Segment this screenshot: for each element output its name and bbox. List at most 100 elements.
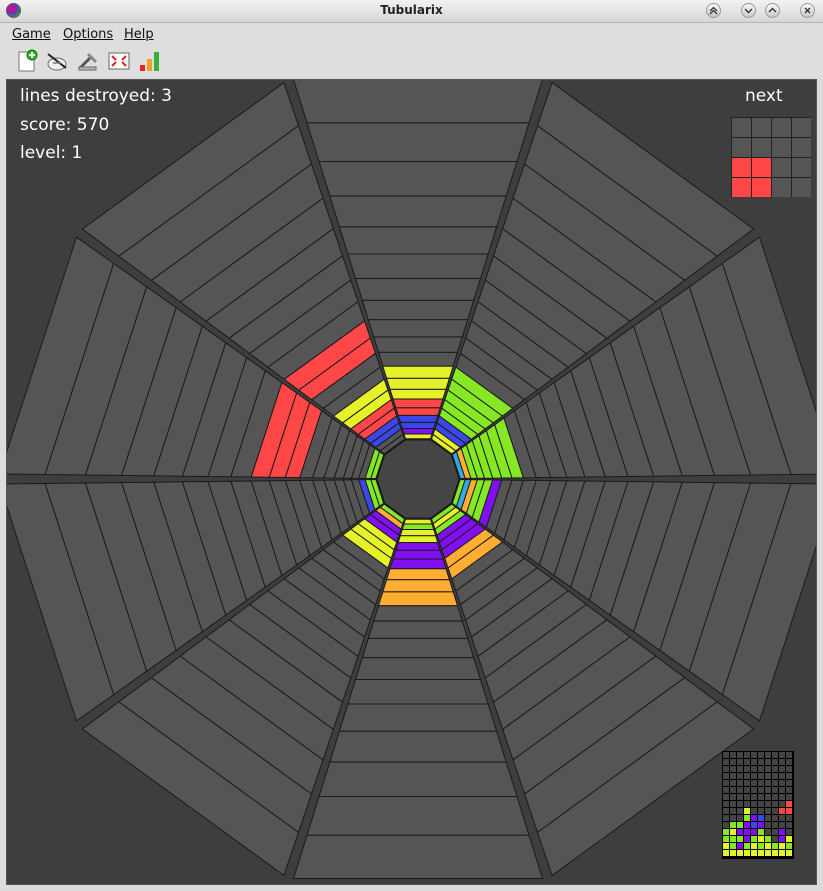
mini-map-cell bbox=[786, 829, 792, 835]
mini-map-block bbox=[723, 829, 729, 835]
mini-map-cell bbox=[765, 794, 771, 800]
mini-map-cell bbox=[758, 801, 764, 807]
mini-map-cell bbox=[779, 759, 785, 765]
mini-map-cell bbox=[723, 787, 729, 793]
mini-map-cell bbox=[772, 815, 778, 821]
mini-map-cell bbox=[737, 787, 743, 793]
mini-map-cell bbox=[751, 759, 757, 765]
mini-map-block bbox=[786, 850, 792, 856]
mini-map-cell bbox=[730, 787, 736, 793]
mini-map-cell bbox=[723, 773, 729, 779]
mini-map-cell bbox=[751, 780, 757, 786]
tube-block bbox=[395, 542, 441, 551]
next-piece-preview bbox=[731, 117, 811, 197]
mini-map-block bbox=[723, 850, 729, 856]
mini-map-cell bbox=[751, 766, 757, 772]
menu-game-label: Game bbox=[12, 27, 51, 42]
keep-above-button[interactable] bbox=[706, 3, 721, 18]
next-piece-block bbox=[752, 158, 771, 177]
new-game-button[interactable] bbox=[15, 49, 39, 73]
mini-map-cell bbox=[765, 780, 771, 786]
menu-game[interactable]: Game bbox=[12, 27, 51, 42]
mini-map-cell bbox=[772, 808, 778, 814]
fullscreen-button[interactable] bbox=[107, 49, 131, 73]
mini-map-cell bbox=[730, 815, 736, 821]
mini-map-cell bbox=[786, 780, 792, 786]
mini-map-cell bbox=[779, 766, 785, 772]
mini-map-cell bbox=[765, 773, 771, 779]
tube-board[interactable] bbox=[7, 80, 816, 884]
mini-map-block bbox=[786, 808, 792, 814]
tube-cell bbox=[347, 253, 489, 279]
tube-block bbox=[389, 388, 447, 400]
mini-map-block bbox=[751, 822, 757, 828]
next-piece-cell bbox=[732, 118, 751, 137]
tube-cell bbox=[338, 226, 498, 255]
new-game-icon bbox=[18, 49, 38, 72]
tube-core bbox=[376, 439, 460, 519]
menu-options[interactable]: Options bbox=[63, 27, 113, 42]
mini-map-cell bbox=[730, 794, 736, 800]
mini-map-block bbox=[744, 843, 750, 849]
mini-map-cell bbox=[723, 766, 729, 772]
mini-map-block bbox=[737, 822, 743, 828]
tube-cell bbox=[338, 703, 498, 732]
mini-map-block bbox=[786, 843, 792, 849]
mini-map-cell bbox=[772, 759, 778, 765]
mini-map-cell bbox=[779, 752, 785, 758]
mini-map-cell bbox=[779, 794, 785, 800]
mini-map-block bbox=[751, 815, 757, 821]
next-piece-cell bbox=[772, 138, 791, 157]
mini-map-cell bbox=[737, 766, 743, 772]
mini-map-block bbox=[758, 822, 764, 828]
mini-map-block bbox=[765, 850, 771, 856]
mini-map-cell bbox=[751, 801, 757, 807]
mini-map bbox=[722, 751, 794, 859]
high-scores-button[interactable] bbox=[138, 49, 162, 73]
pause-button[interactable] bbox=[45, 49, 69, 73]
tube-block bbox=[377, 591, 459, 607]
next-piece-block bbox=[732, 178, 751, 197]
mini-map-cell bbox=[772, 787, 778, 793]
mini-map-block bbox=[751, 836, 757, 842]
mini-map-block bbox=[779, 829, 785, 835]
toolbar bbox=[0, 45, 823, 77]
mini-map-cell bbox=[765, 787, 771, 793]
settings-button[interactable] bbox=[76, 49, 100, 73]
minimize-button[interactable] bbox=[741, 3, 756, 18]
mini-map-block bbox=[758, 815, 764, 821]
mini-map-cell bbox=[730, 801, 736, 807]
pause-icon bbox=[47, 53, 67, 71]
tube-block bbox=[395, 407, 441, 416]
mini-map-cell bbox=[786, 794, 792, 800]
tube-cell bbox=[367, 319, 469, 338]
tube-cell bbox=[361, 299, 475, 321]
close-icon bbox=[804, 7, 811, 14]
mini-map-cell bbox=[786, 822, 792, 828]
mini-map-cell bbox=[772, 836, 778, 842]
close-button[interactable] bbox=[800, 3, 815, 18]
mini-map-cell bbox=[765, 822, 771, 828]
menu-help[interactable]: Help bbox=[124, 27, 154, 42]
mini-map-cell bbox=[758, 808, 764, 814]
mini-map-cell bbox=[765, 766, 771, 772]
mini-map-cell bbox=[730, 808, 736, 814]
mini-map-cell bbox=[723, 801, 729, 807]
next-piece-cell bbox=[792, 118, 811, 137]
maximize-button[interactable] bbox=[765, 3, 780, 18]
tube-block bbox=[397, 414, 439, 423]
mini-map-cell bbox=[730, 752, 736, 758]
game-area[interactable]: lines destroyed: 3 score: 570 level: 1 n… bbox=[6, 79, 817, 885]
tube-cell bbox=[329, 730, 507, 763]
mini-map-cell bbox=[737, 794, 743, 800]
mini-map-cell bbox=[779, 822, 785, 828]
next-piece-cell bbox=[752, 118, 771, 137]
mini-map-block bbox=[765, 843, 771, 849]
tube-cell bbox=[306, 796, 530, 836]
menu-help-label: Help bbox=[124, 27, 154, 42]
settings-icon bbox=[77, 52, 98, 71]
tube-block bbox=[401, 428, 435, 435]
mini-map-cell bbox=[751, 787, 757, 793]
mini-map-block bbox=[758, 850, 764, 856]
level-text: level: 1 bbox=[20, 143, 83, 163]
